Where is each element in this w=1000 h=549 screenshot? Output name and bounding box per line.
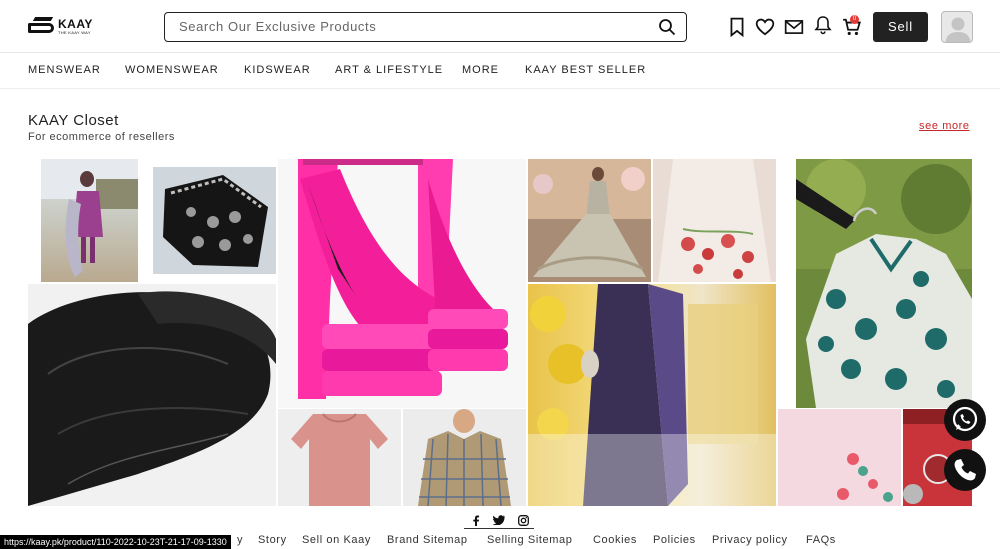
instagram-icon[interactable] [518, 515, 529, 526]
status-bar-url: https://kaay.pk/product/110-2022-10-23T-… [0, 535, 231, 549]
footer-link-policies[interactable]: Policies [653, 534, 696, 546]
product-tile[interactable] [28, 284, 276, 506]
footer-link-privacy-policy[interactable]: Privacy policy [712, 534, 788, 546]
header: KAAY THE KAAY WAY 0 Sell [0, 0, 1000, 53]
nav-item-menswear[interactable]: MENSWEAR [28, 64, 101, 76]
product-tile[interactable] [278, 159, 526, 408]
whatsapp-icon [952, 406, 978, 432]
product-tile[interactable] [153, 167, 276, 274]
category-nav: MENSWEAR WOMENSWEAR KIDSWEAR ART & LIFES… [0, 53, 1000, 89]
phone-icon [954, 459, 976, 481]
product-tile[interactable] [41, 159, 138, 282]
footer-link-partial[interactable]: y [237, 534, 243, 546]
product-image [837, 453, 893, 502]
call-button[interactable] [944, 449, 986, 491]
section-title: KAAY Closet [28, 112, 119, 129]
product-image [298, 159, 508, 399]
footer-link-story[interactable]: Story [258, 534, 287, 546]
product-tile[interactable] [528, 284, 776, 506]
logo-tagline: THE KAAY WAY [58, 29, 91, 35]
footer-link-sell-on-kaay[interactable]: Sell on Kaay [302, 534, 371, 546]
section-subtitle: For ecommerce of resellers [28, 131, 175, 143]
product-image [796, 159, 972, 408]
footer-link-cookies[interactable]: Cookies [593, 534, 637, 546]
sell-button[interactable]: Sell [873, 12, 928, 42]
product-tile[interactable] [796, 159, 972, 408]
product-tile[interactable] [278, 409, 401, 506]
avatar[interactable] [941, 11, 973, 43]
logo-icon [28, 17, 56, 35]
product-tile[interactable] [403, 409, 526, 506]
whatsapp-button[interactable] [944, 399, 986, 441]
product-image [658, 159, 771, 282]
logo[interactable]: KAAY THE KAAY WAY [28, 15, 93, 37]
product-image [528, 284, 776, 506]
footer-link-brand-sitemap[interactable]: Brand Sitemap [387, 534, 468, 546]
nav-item-womenswear[interactable]: WOMENSWEAR [125, 64, 219, 76]
product-tile[interactable] [528, 159, 651, 282]
nav-item-best-seller[interactable]: KAAY BEST SELLER [525, 64, 646, 76]
social-links [464, 512, 534, 529]
nav-item-more[interactable]: MORE [462, 64, 499, 76]
bell-icon[interactable] [813, 15, 833, 35]
product-image [528, 159, 651, 277]
footer-link-selling-sitemap[interactable]: Selling Sitemap [487, 534, 572, 546]
bookmark-icon[interactable] [727, 17, 747, 37]
product-image [418, 409, 511, 506]
search-input[interactable] [165, 13, 645, 39]
footer-link-faqs[interactable]: FAQs [806, 534, 836, 546]
nav-item-kidswear[interactable]: KIDSWEAR [244, 64, 311, 76]
product-image [291, 413, 388, 506]
product-tile[interactable] [653, 159, 776, 282]
facebook-icon[interactable] [472, 515, 480, 526]
product-image [28, 291, 276, 506]
twitter-icon[interactable] [493, 515, 505, 525]
cart-count-badge: 0 [850, 15, 859, 24]
product-image [41, 159, 138, 277]
see-more-link[interactable]: see more [919, 120, 970, 132]
nav-item-art-lifestyle[interactable]: ART & LIFESTYLE [335, 64, 443, 76]
product-tile[interactable] [778, 409, 901, 506]
search-bar [164, 12, 687, 42]
heart-icon[interactable] [755, 17, 775, 37]
mail-icon[interactable] [784, 17, 804, 37]
product-image [163, 175, 268, 267]
user-icon [945, 17, 971, 42]
search-icon[interactable] [658, 18, 676, 36]
logo-title: KAAY [58, 16, 93, 31]
